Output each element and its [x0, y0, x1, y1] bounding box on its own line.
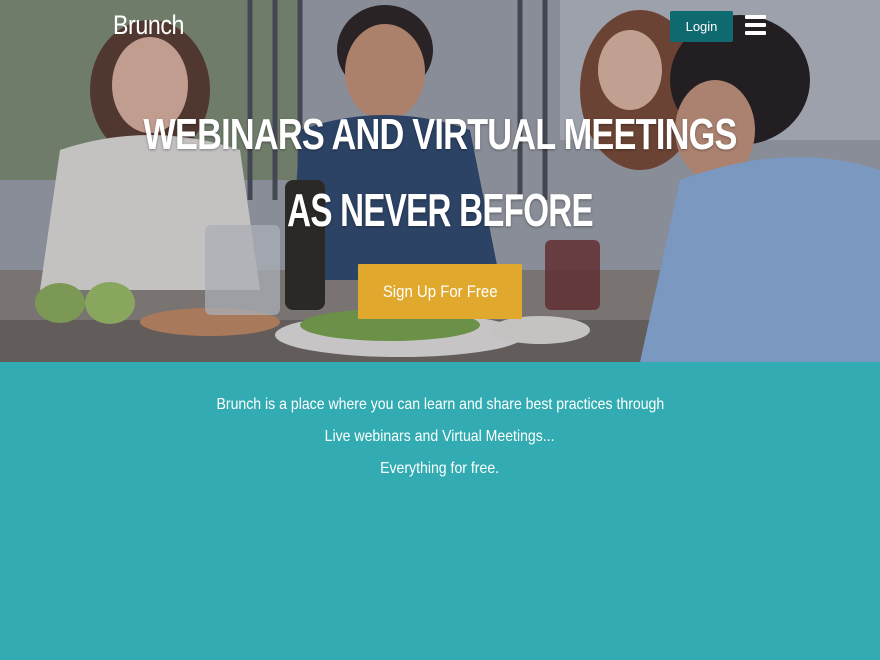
- intro-line-text: Brunch is a place where you can learn an…: [216, 396, 664, 413]
- hamburger-menu-icon[interactable]: [745, 15, 767, 37]
- intro-line: Everything for free.: [0, 456, 880, 488]
- intro-line-text: Live webinars and Virtual Meetings...: [325, 428, 555, 445]
- login-button[interactable]: Login: [670, 11, 733, 42]
- hero-section: Brunch Login WEBINARS AND VIRTUAL MEETIN…: [0, 0, 880, 362]
- signup-button-label: Sign Up For Free: [382, 282, 498, 301]
- intro-line: Live webinars and Virtual Meetings...: [0, 424, 880, 456]
- intro-section: Brunch is a place where you can learn an…: [0, 392, 880, 488]
- hero-headline: WEBINARS AND VIRTUAL MEETINGS: [143, 110, 737, 159]
- hero-subheadline: AS NEVER BEFORE: [287, 184, 593, 236]
- brand-logo[interactable]: Brunch: [113, 10, 184, 41]
- intro-line: Brunch is a place where you can learn an…: [0, 392, 880, 424]
- intro-line-text: Everything for free.: [380, 460, 500, 477]
- landing-page: Brunch Login WEBINARS AND VIRTUAL MEETIN…: [0, 0, 880, 660]
- signup-button[interactable]: Sign Up For Free: [358, 264, 522, 319]
